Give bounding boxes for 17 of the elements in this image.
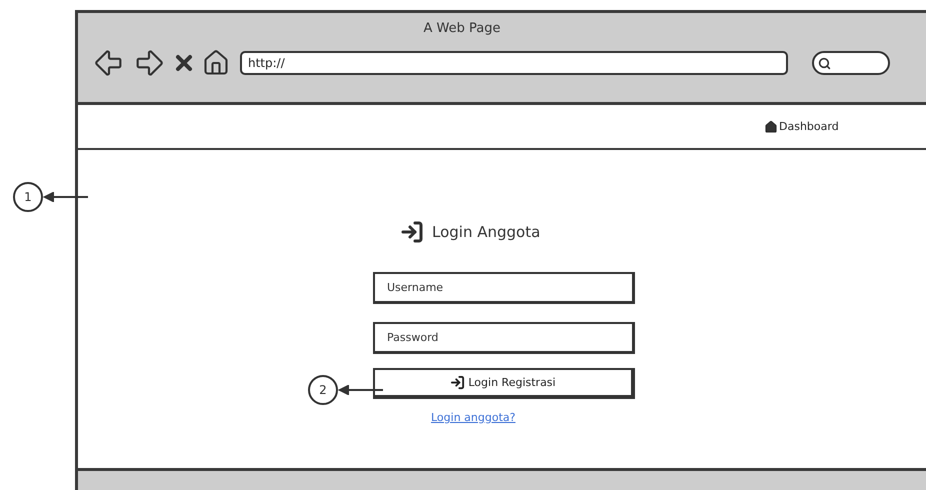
search-icon bbox=[818, 56, 831, 70]
window-title: A Web Page bbox=[424, 21, 500, 36]
home-icon[interactable] bbox=[202, 49, 230, 77]
login-heading: Login Anggota bbox=[432, 223, 540, 241]
sign-in-icon bbox=[450, 375, 466, 390]
address-field[interactable]: http:// bbox=[240, 51, 788, 75]
input-field[interactable]: Password bbox=[373, 322, 635, 354]
input-field[interactable]: Username bbox=[373, 272, 635, 304]
callout-marker: 2 bbox=[308, 375, 338, 405]
home-icon bbox=[764, 120, 778, 134]
dashboard-link[interactable]: Dashboard bbox=[764, 120, 839, 134]
login-link[interactable]: Login anggota? bbox=[431, 411, 516, 424]
callout-marker: 1 bbox=[13, 182, 43, 212]
login-button[interactable]: Login Registrasi bbox=[373, 368, 635, 399]
search-field[interactable] bbox=[812, 51, 890, 75]
sign-in-icon bbox=[400, 220, 424, 244]
callout-arrow bbox=[338, 385, 383, 395]
